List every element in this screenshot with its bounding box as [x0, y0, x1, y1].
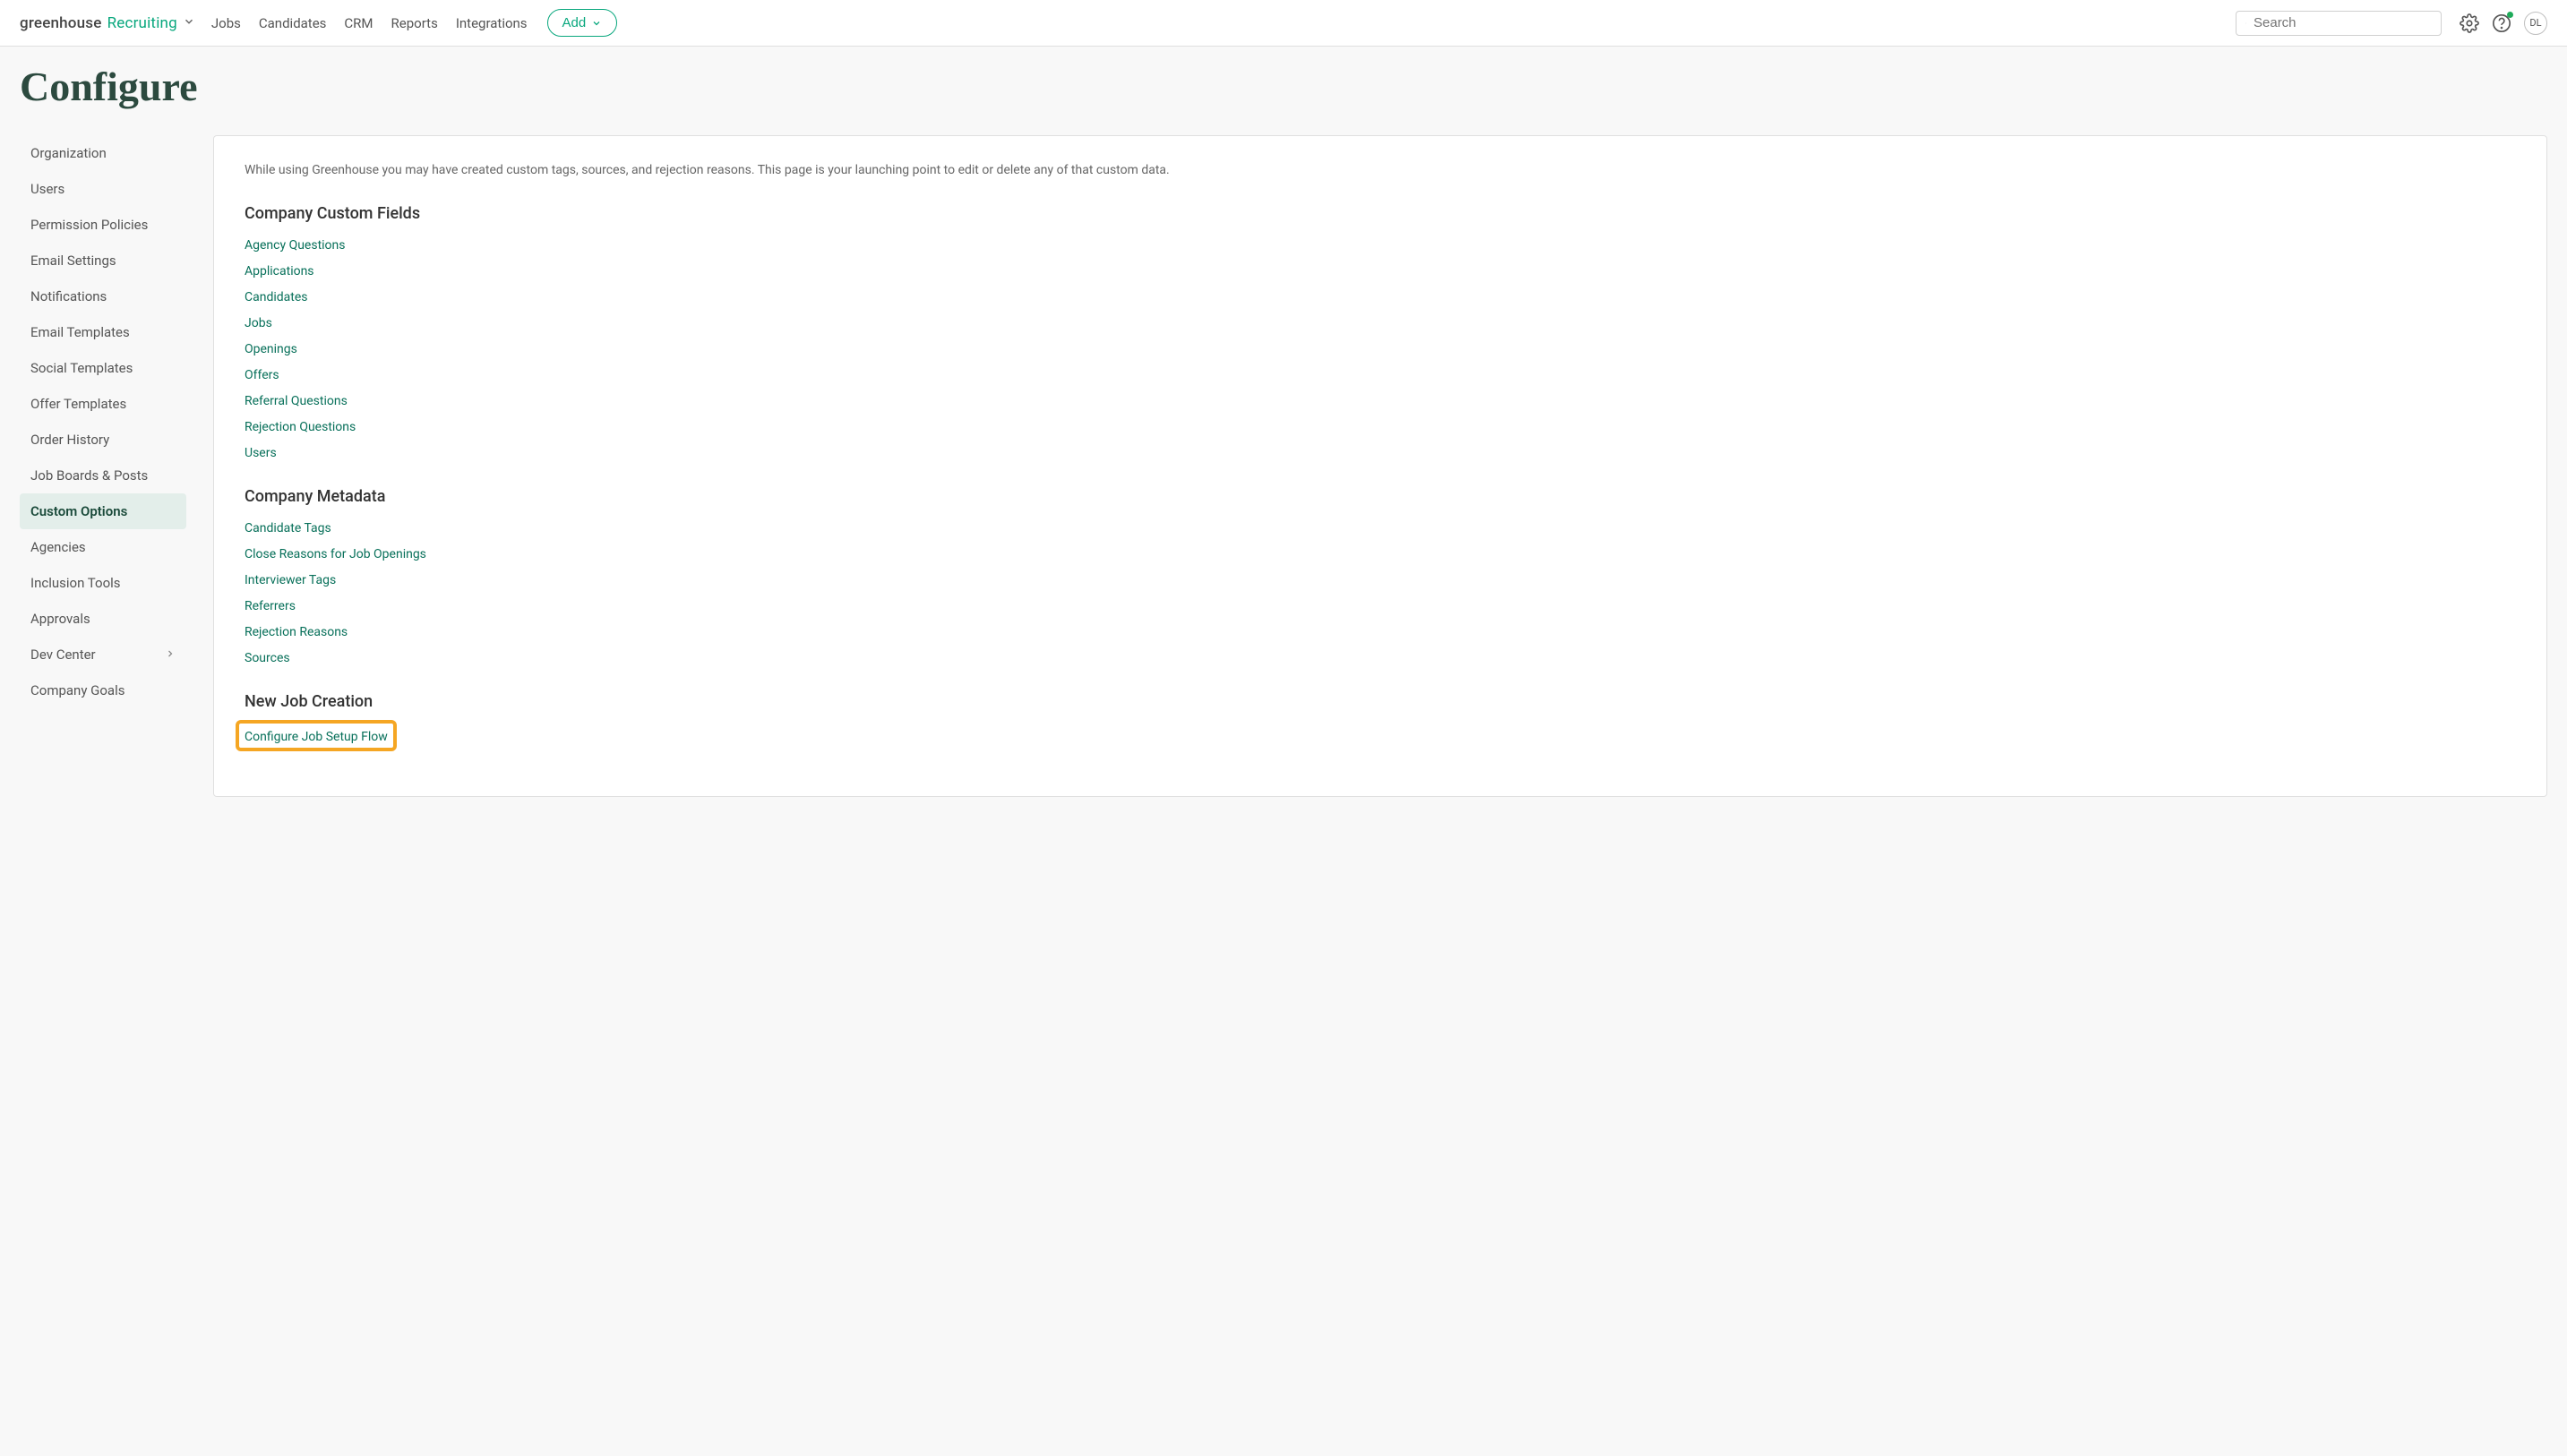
list-item: Close Reasons for Job Openings	[245, 544, 2516, 561]
sidebar-item-inclusion-tools[interactable]: Inclusion Tools	[20, 565, 186, 601]
sidebar-item-label: Company Goals	[30, 682, 124, 698]
sidebar-item-label: Email Settings	[30, 253, 116, 269]
section-heading: Company Custom Fields	[245, 204, 2516, 223]
list-item: Users	[245, 443, 2516, 460]
sidebar-item-label: Organization	[30, 145, 107, 161]
sidebar-item-dev-center[interactable]: Dev Center	[20, 637, 186, 672]
list-item: Candidate Tags	[245, 518, 2516, 535]
content-panel: While using Greenhouse you may have crea…	[213, 135, 2547, 797]
list-item: Rejection Reasons	[245, 622, 2516, 639]
sidebar-item-organization[interactable]: Organization	[20, 135, 186, 171]
list-item: Openings	[245, 339, 2516, 356]
sidebar-item-offer-templates[interactable]: Offer Templates	[20, 386, 186, 422]
sidebar: Organization Users Permission Policies Emai…	[20, 135, 186, 797]
sidebar-item-permission-policies[interactable]: Permission Policies	[20, 207, 186, 243]
sidebar-item-label: Dev Center	[30, 647, 96, 663]
sidebar-item-notifications[interactable]: Notifications	[20, 278, 186, 314]
sidebar-item-label: Social Templates	[30, 360, 133, 376]
nav-links: Jobs Candidates CRM Reports Integrations	[211, 15, 528, 31]
link-list: Candidate Tags Close Reasons for Job Open…	[245, 518, 2516, 665]
link-list: Agency Questions Applications Candidates Jo…	[245, 236, 2516, 460]
top-bar: greenhouse Recruiting Jobs Candidates CR…	[0, 0, 2567, 47]
list-item: Referral Questions	[245, 391, 2516, 408]
nav-candidates[interactable]: Candidates	[259, 15, 327, 31]
page-title: Configure	[0, 47, 2567, 135]
sidebar-item-label: Notifications	[30, 288, 107, 304]
link-configure-job-setup-flow[interactable]: Configure Job Setup Flow	[245, 730, 388, 744]
logo-text-2: Recruiting	[107, 14, 177, 32]
sidebar-item-label: Inclusion Tools	[30, 575, 121, 591]
sidebar-item-order-history[interactable]: Order History	[20, 422, 186, 458]
sidebar-item-label: Offer Templates	[30, 396, 126, 412]
highlighted-link: Configure Job Setup Flow	[236, 720, 397, 751]
list-item: Configure Job Setup Flow	[245, 724, 2516, 751]
list-item: Jobs	[245, 313, 2516, 330]
list-item: Interviewer Tags	[245, 570, 2516, 587]
link-interviewer-tags[interactable]: Interviewer Tags	[245, 573, 336, 587]
sidebar-item-agencies[interactable]: Agencies	[20, 529, 186, 565]
link-openings[interactable]: Openings	[245, 342, 297, 356]
list-item: Offers	[245, 365, 2516, 382]
sidebar-item-label: Agencies	[30, 539, 86, 555]
link-candidate-tags[interactable]: Candidate Tags	[245, 521, 331, 535]
link-referral-questions[interactable]: Referral Questions	[245, 394, 348, 408]
link-users[interactable]: Users	[245, 446, 277, 460]
sidebar-item-custom-options[interactable]: Custom Options	[20, 493, 186, 529]
sidebar-item-company-goals[interactable]: Company Goals	[20, 672, 186, 708]
nav-crm[interactable]: CRM	[344, 15, 373, 31]
list-item: Candidates	[245, 287, 2516, 304]
logo[interactable]: greenhouse Recruiting	[20, 14, 195, 32]
nav-jobs[interactable]: Jobs	[211, 15, 241, 31]
logo-text-1: greenhouse	[20, 14, 102, 32]
sidebar-item-label: Approvals	[30, 611, 90, 627]
list-item: Rejection Questions	[245, 417, 2516, 434]
avatar-initials: DL	[2529, 17, 2541, 29]
sidebar-item-label: Job Boards & Posts	[30, 467, 148, 484]
intro-text: While using Greenhouse you may have crea…	[245, 163, 2516, 177]
section-heading: New Job Creation	[245, 692, 2516, 711]
link-rejection-questions[interactable]: Rejection Questions	[245, 420, 356, 434]
gear-icon[interactable]	[2460, 13, 2479, 33]
search-icon	[2245, 15, 2246, 31]
add-button[interactable]: Add	[547, 9, 618, 37]
sidebar-item-label: Custom Options	[30, 503, 127, 519]
link-close-reasons-for-job-openings[interactable]: Close Reasons for Job Openings	[245, 547, 426, 561]
sidebar-item-label: Email Templates	[30, 324, 130, 340]
chevron-down-icon[interactable]	[183, 14, 195, 31]
help-icon[interactable]	[2492, 13, 2511, 33]
avatar[interactable]: DL	[2524, 12, 2547, 35]
list-item: Referrers	[245, 596, 2516, 613]
sidebar-item-social-templates[interactable]: Social Templates	[20, 350, 186, 386]
link-sources[interactable]: Sources	[245, 651, 290, 665]
link-jobs[interactable]: Jobs	[245, 316, 272, 330]
link-list: Configure Job Setup Flow	[245, 724, 2516, 751]
section-heading: Company Metadata	[245, 487, 2516, 506]
sidebar-item-email-templates[interactable]: Email Templates	[20, 314, 186, 350]
sidebar-item-label: Users	[30, 181, 64, 197]
list-item: Applications	[245, 261, 2516, 278]
link-referrers[interactable]: Referrers	[245, 599, 296, 613]
sidebar-item-approvals[interactable]: Approvals	[20, 601, 186, 637]
link-applications[interactable]: Applications	[245, 264, 314, 278]
sidebar-item-label: Permission Policies	[30, 217, 148, 233]
list-item: Agency Questions	[245, 236, 2516, 253]
link-candidates[interactable]: Candidates	[245, 290, 308, 304]
chevron-right-icon	[165, 647, 176, 663]
sidebar-item-email-settings[interactable]: Email Settings	[20, 243, 186, 278]
search-input-wrap[interactable]	[2236, 11, 2442, 36]
sidebar-item-job-boards-posts[interactable]: Job Boards & Posts	[20, 458, 186, 493]
search-input[interactable]	[2254, 15, 2432, 30]
notification-dot	[2507, 12, 2513, 18]
add-label: Add	[562, 15, 587, 30]
sidebar-item-users[interactable]: Users	[20, 171, 186, 207]
nav-integrations[interactable]: Integrations	[456, 15, 528, 31]
list-item: Sources	[245, 648, 2516, 665]
top-icons: DL	[2460, 12, 2547, 35]
nav-reports[interactable]: Reports	[391, 15, 438, 31]
sidebar-item-label: Order History	[30, 432, 109, 448]
link-agency-questions[interactable]: Agency Questions	[245, 238, 346, 253]
chevron-down-icon	[591, 18, 602, 29]
link-offers[interactable]: Offers	[245, 368, 279, 382]
link-rejection-reasons[interactable]: Rejection Reasons	[245, 625, 348, 639]
